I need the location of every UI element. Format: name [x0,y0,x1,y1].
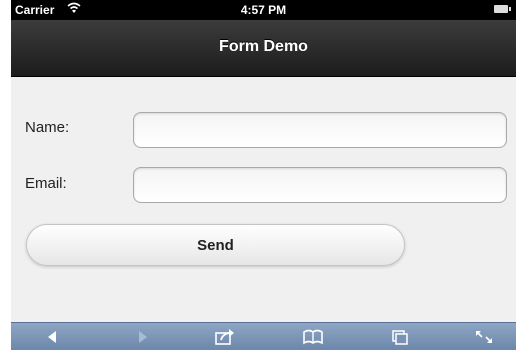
forward-icon[interactable] [131,328,155,346]
fullscreen-icon[interactable] [472,328,496,346]
back-icon[interactable] [40,328,64,346]
email-label: Email: [25,175,67,192]
app-frame: Carrier 4:57 PM Form Demo Name: Email: S… [11,0,516,350]
header-bar: Form Demo [11,20,516,77]
send-button[interactable]: Send [26,224,405,266]
battery-icon [494,5,511,13]
share-icon[interactable] [213,328,237,346]
name-label: Name: [25,119,70,136]
bookmarks-icon[interactable] [301,328,325,346]
email-input[interactable] [133,167,507,203]
name-input[interactable] [133,112,507,148]
tabs-icon[interactable] [388,328,412,346]
browser-toolbar [11,322,516,350]
status-time: 4:57 PM [240,3,287,17]
status-bar: Carrier 4:57 PM [11,0,516,20]
page-title: Form Demo [219,38,308,55]
